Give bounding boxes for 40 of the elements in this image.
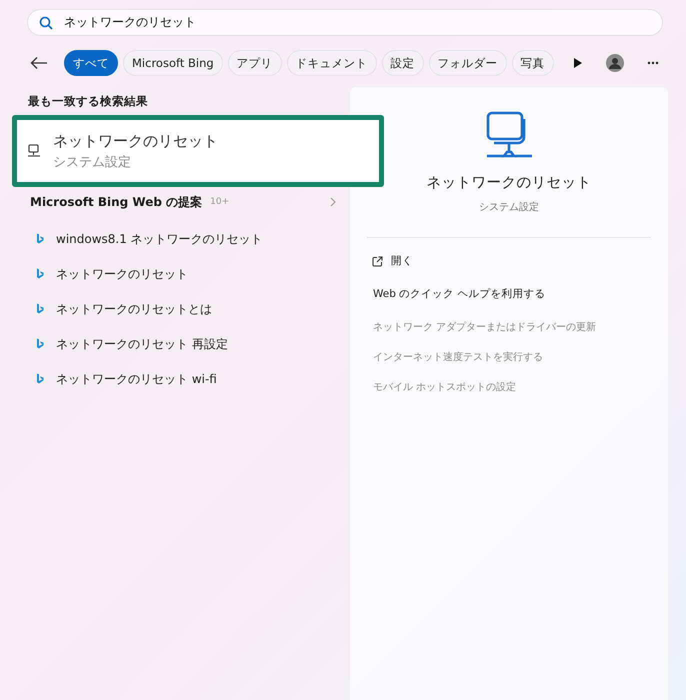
suggestion-text: ネットワークのリセットとは — [56, 300, 212, 318]
search-icon — [39, 16, 53, 30]
suggestion-text: windows8.1 ネットワークのリセット — [56, 230, 263, 248]
filter-tab[interactable]: ドキュメント — [286, 50, 377, 76]
suggestion-count: 10+ — [210, 196, 230, 208]
suggestion-text: ネットワークのリセット — [56, 266, 188, 283]
detail-title: ネットワークのリセット — [426, 174, 592, 193]
search-field[interactable]: ネットワークのリセット — [27, 9, 663, 36]
suggestion-text: ネットワークのリセット 再設定 — [56, 336, 228, 353]
help-heading: Web のクイック ヘルプを利用する — [373, 286, 547, 302]
result-subtitle: システム設定 — [53, 154, 132, 172]
play-icon[interactable] — [572, 58, 583, 68]
section-heading: 最も一致する検索結果 — [27, 93, 149, 110]
filter-tab[interactable]: すべて — [64, 50, 118, 76]
suggestion-item[interactable]: ネットワークのリセット 再設定 — [12, 326, 350, 362]
filter-tab[interactable]: 写真 — [512, 50, 554, 76]
best-match-result[interactable]: ネットワークのリセット システム設定 — [12, 115, 384, 188]
suggestion-item[interactable]: ネットワークのリセット — [12, 256, 350, 292]
detail-subtitle: システム設定 — [479, 200, 539, 215]
external-link-icon — [372, 256, 383, 268]
filter-tab[interactable]: 設定 — [382, 50, 424, 76]
filter-tab[interactable]: Microsoft Bing — [123, 50, 223, 76]
result-title: ネットワークのリセット — [53, 131, 218, 152]
monitor-icon — [27, 144, 41, 158]
suggestion-item[interactable]: ネットワークのリセットとは — [12, 291, 350, 326]
bing-icon — [36, 373, 44, 384]
avatar-icon[interactable] — [606, 54, 624, 72]
bing-icon — [36, 233, 44, 244]
suggestion-item[interactable]: ネットワークのリセット wi-fi — [12, 361, 350, 396]
filter-tab[interactable]: フォルダー — [428, 50, 507, 76]
back-arrow-icon[interactable] — [30, 56, 48, 70]
bing-icon — [36, 338, 44, 350]
open-link[interactable]: 開く — [364, 254, 651, 270]
section-heading: Microsoft Bing Web の提案 — [30, 194, 202, 212]
bing-icon — [36, 268, 44, 280]
suggestion-item[interactable]: windows8.1 ネットワークのリセット — [12, 221, 350, 256]
suggestion-text: ネットワークのリセット wi-fi — [56, 370, 217, 388]
bing-icon — [36, 303, 44, 314]
more-icon[interactable] — [647, 60, 659, 64]
filter-tab[interactable]: アプリ — [228, 50, 282, 76]
